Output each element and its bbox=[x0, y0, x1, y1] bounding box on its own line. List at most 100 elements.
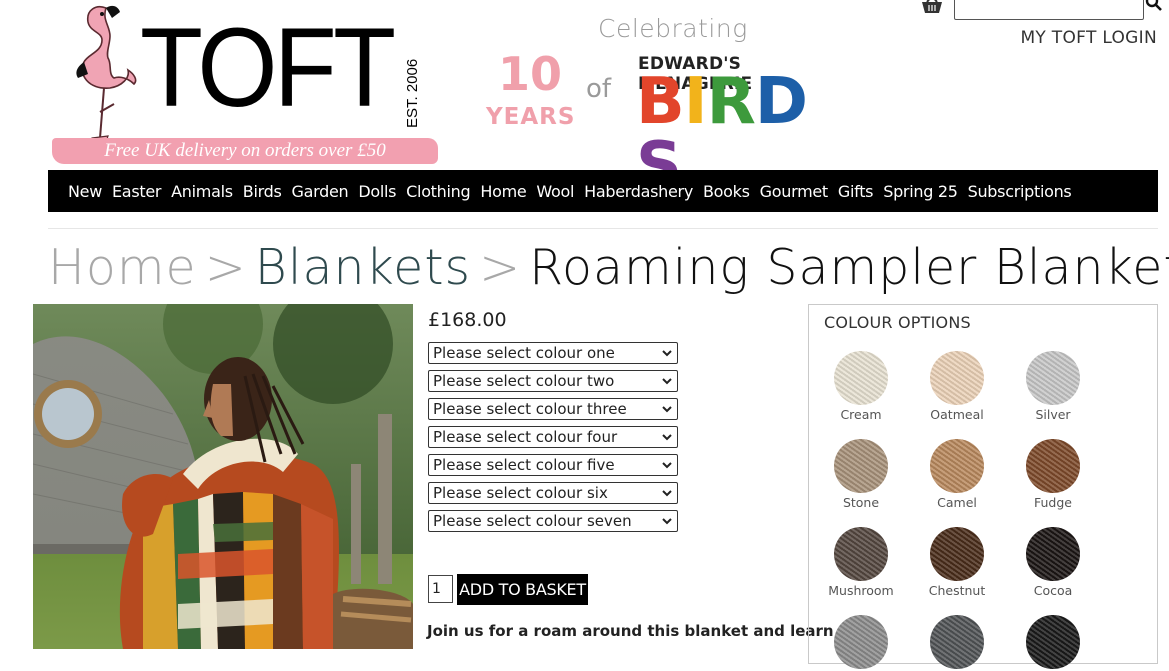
anniversary-promo[interactable]: Celebrating 10 YEARS of EDWARD'S MENAGER… bbox=[484, 14, 844, 198]
colour-swatch-name: Chestnut bbox=[928, 583, 986, 598]
colour-swatch[interactable]: Cocoa bbox=[1005, 527, 1101, 598]
flamingo-icon bbox=[76, 5, 137, 143]
colour-select-label: Please select colour three bbox=[433, 400, 627, 418]
logo-wordmark: TOFT bbox=[140, 5, 396, 130]
search-icon[interactable] bbox=[1145, 0, 1163, 12]
colour-select-4[interactable]: Please select colour four bbox=[428, 426, 678, 448]
breadcrumb: Home > Blankets > Roaming Sampler Blanket bbox=[48, 238, 1169, 298]
colour-select-label: Please select colour six bbox=[433, 484, 608, 502]
product-price: £168.00 bbox=[428, 309, 507, 331]
breadcrumb-home-link[interactable]: Home bbox=[48, 239, 197, 296]
add-to-basket-button[interactable]: ADD TO BASKET bbox=[457, 574, 588, 605]
chevron-down-icon bbox=[662, 518, 672, 525]
nav-item-animals[interactable]: Animals bbox=[171, 182, 233, 201]
yarn-ball-icon bbox=[1026, 615, 1080, 669]
birds-letter: I bbox=[683, 65, 708, 139]
nav-item-haberdashery[interactable]: Haberdashery bbox=[584, 182, 693, 201]
colour-swatch-name: Fudge bbox=[1034, 495, 1072, 510]
main-nav: New Easter Animals Birds Garden Dolls Clothing… bbox=[48, 170, 1158, 212]
nav-item-gourmet[interactable]: Gourmet bbox=[760, 182, 829, 201]
chevron-down-icon bbox=[662, 350, 672, 357]
yarn-ball-icon bbox=[1026, 351, 1080, 405]
nav-divider bbox=[48, 228, 1158, 229]
colour-select-label: Please select colour two bbox=[433, 372, 615, 390]
colour-select-label: Please select colour five bbox=[433, 456, 615, 474]
basket-icon[interactable] bbox=[921, 0, 943, 14]
colour-swatch-name: Camel bbox=[937, 495, 977, 510]
colour-swatch[interactable]: Mushroom bbox=[813, 527, 909, 598]
yarn-ball-icon bbox=[834, 439, 888, 493]
colour-swatch[interactable]: Camel bbox=[909, 439, 1005, 510]
colour-swatch-name: Stone bbox=[842, 495, 880, 510]
yarn-ball-icon bbox=[834, 527, 888, 581]
promo-celebrating-text: Celebrating bbox=[598, 14, 748, 43]
colour-swatch[interactable] bbox=[909, 615, 1005, 671]
colour-select-label: Please select colour one bbox=[433, 344, 615, 362]
nav-item-new[interactable]: New bbox=[68, 182, 102, 201]
free-delivery-banner: Free UK delivery on orders over £50 bbox=[52, 138, 438, 164]
colour-options-title: COLOUR OPTIONS bbox=[824, 313, 971, 332]
birds-letter: D bbox=[754, 65, 808, 139]
product-intro-text: Join us for a roam around this blanket a… bbox=[427, 622, 834, 640]
colour-select-7[interactable]: Please select colour seven bbox=[428, 510, 678, 532]
yarn-ball-icon bbox=[930, 615, 984, 669]
colour-swatch-name: Mushroom bbox=[828, 583, 894, 598]
nav-item-garden[interactable]: Garden bbox=[291, 182, 348, 201]
yarn-ball-icon bbox=[834, 615, 888, 669]
nav-item-home[interactable]: Home bbox=[480, 182, 526, 201]
colour-swatch[interactable]: Stone bbox=[813, 439, 909, 510]
breadcrumb-separator: > bbox=[204, 239, 247, 296]
yarn-ball-icon bbox=[834, 351, 888, 405]
product-image bbox=[33, 304, 413, 649]
yarn-ball-icon bbox=[1026, 527, 1080, 581]
product-photo[interactable] bbox=[33, 304, 413, 649]
nav-item-clothing[interactable]: Clothing bbox=[406, 182, 470, 201]
nav-item-dolls[interactable]: Dolls bbox=[358, 182, 396, 201]
colour-swatch[interactable] bbox=[813, 615, 909, 671]
quantity-input[interactable]: 1 bbox=[428, 575, 453, 603]
colour-select-5[interactable]: Please select colour five bbox=[428, 454, 678, 476]
colour-swatch-name: Cocoa bbox=[1033, 583, 1073, 598]
birds-letter: R bbox=[706, 65, 756, 139]
colour-swatch[interactable] bbox=[1005, 615, 1101, 671]
my-toft-login-link[interactable]: MY TOFT LOGIN bbox=[1020, 28, 1157, 48]
chevron-down-icon bbox=[662, 462, 672, 469]
nav-item-books[interactable]: Books bbox=[703, 182, 750, 201]
yarn-ball-icon bbox=[930, 351, 984, 405]
logo-established: EST. 2006 bbox=[404, 58, 421, 128]
colour-select-3[interactable]: Please select colour three bbox=[428, 398, 678, 420]
page-title: Roaming Sampler Blanket bbox=[529, 239, 1169, 296]
chevron-down-icon bbox=[662, 434, 672, 441]
birds-letter: B bbox=[636, 65, 685, 139]
promo-years-text: YEARS bbox=[486, 104, 576, 130]
colour-swatch-name: Oatmeal bbox=[930, 407, 984, 422]
colour-select-1[interactable]: Please select colour one bbox=[428, 342, 678, 364]
colour-swatch-name: Cream bbox=[840, 407, 882, 422]
search-input[interactable] bbox=[954, 0, 1144, 20]
colour-select-label: Please select colour seven bbox=[433, 512, 632, 530]
site-logo[interactable]: TOFT EST. 2006 Free UK delivery on order… bbox=[48, 0, 440, 168]
nav-item-easter[interactable]: Easter bbox=[112, 182, 161, 201]
colour-select-6[interactable]: Please select colour six bbox=[428, 482, 678, 504]
colour-swatch[interactable]: Cream bbox=[813, 351, 909, 422]
colour-select-2[interactable]: Please select colour two bbox=[428, 370, 678, 392]
colour-swatch[interactable]: Fudge bbox=[1005, 439, 1101, 510]
promo-ten-number: 10 bbox=[498, 47, 563, 101]
nav-item-subscriptions[interactable]: Subscriptions bbox=[968, 182, 1072, 201]
yarn-ball-icon bbox=[1026, 439, 1080, 493]
nav-item-wool[interactable]: Wool bbox=[536, 182, 574, 201]
colour-swatch[interactable]: Oatmeal bbox=[909, 351, 1005, 422]
colour-swatch[interactable]: Chestnut bbox=[909, 527, 1005, 598]
breadcrumb-separator: > bbox=[479, 239, 522, 296]
chevron-down-icon bbox=[662, 406, 672, 413]
header-tools: MY TOFT LOGIN bbox=[901, 0, 1163, 60]
colour-swatch[interactable]: Silver bbox=[1005, 351, 1101, 422]
nav-item-birds[interactable]: Birds bbox=[243, 182, 282, 201]
yarn-ball-icon bbox=[930, 527, 984, 581]
breadcrumb-blankets-link[interactable]: Blankets bbox=[255, 239, 471, 296]
nav-item-gifts[interactable]: Gifts bbox=[838, 182, 874, 201]
colour-select-label: Please select colour four bbox=[433, 428, 618, 446]
nav-item-spring-25[interactable]: Spring 25 bbox=[883, 182, 958, 201]
promo-of-text: of bbox=[586, 74, 612, 104]
chevron-down-icon bbox=[662, 378, 672, 385]
